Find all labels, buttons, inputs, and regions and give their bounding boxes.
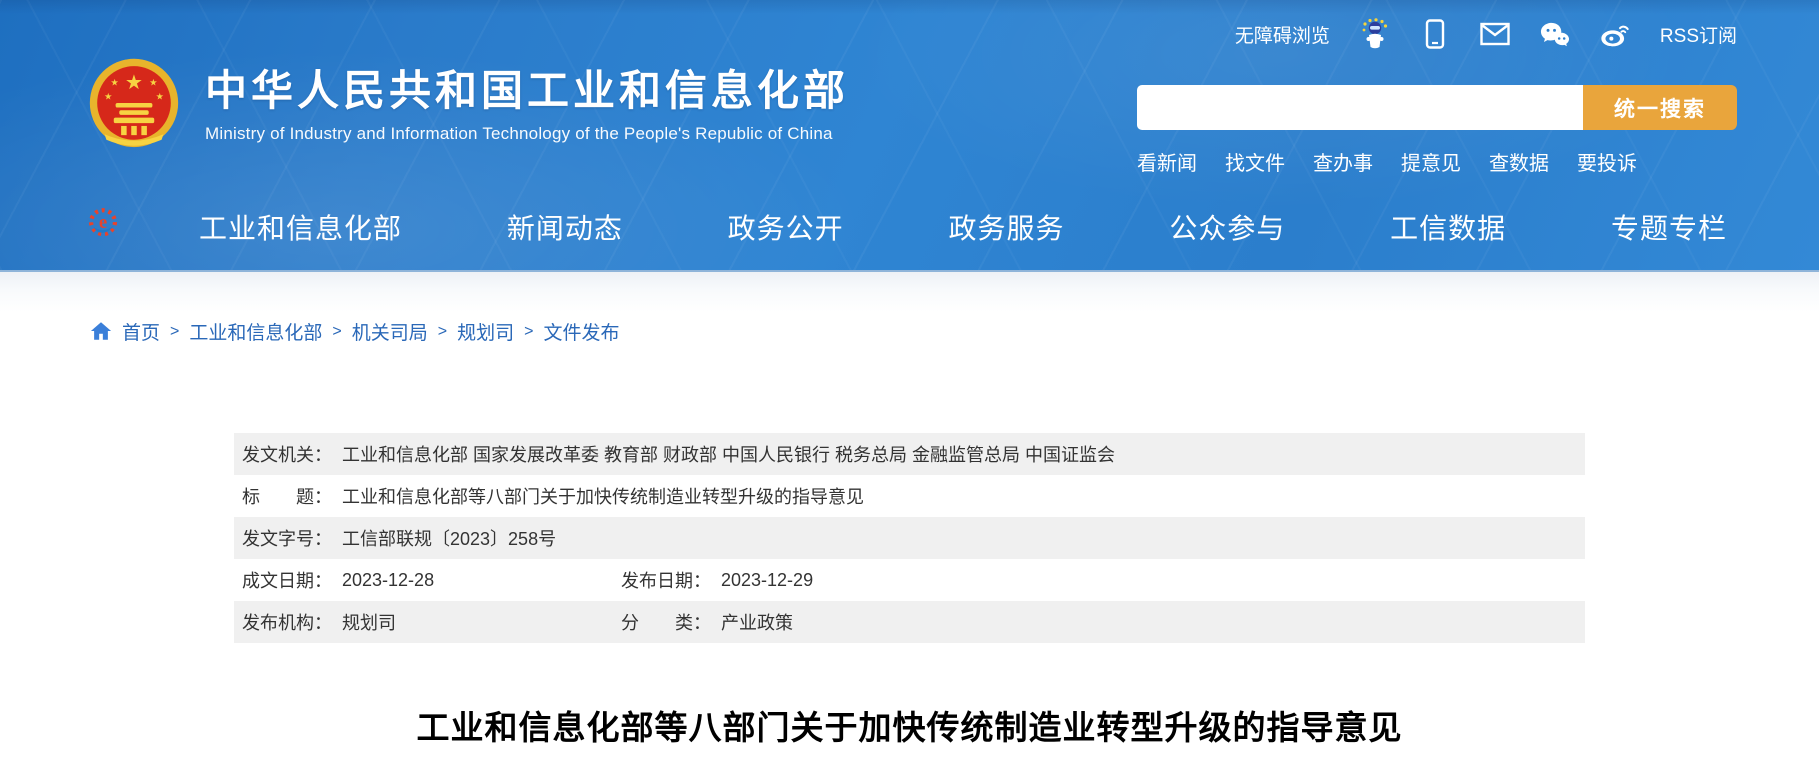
breadcrumb: 首页 > 工业和信息化部 > 机关司局 > 规划司 > 文件发布	[0, 312, 1819, 345]
breadcrumb-departments[interactable]: 机关司局	[352, 318, 428, 345]
nav-item-news[interactable]: 新闻动态	[507, 207, 623, 247]
search-bar: 统一搜索	[1137, 85, 1737, 130]
category-label: 分 类：	[621, 609, 711, 635]
site-subtitle: Ministry of Industry and Information Tec…	[205, 124, 849, 144]
nav-item-gov-services[interactable]: 政务服务	[948, 207, 1064, 247]
issuing-agency-value: 工业和信息化部 国家发展改革委 教育部 财政部 中国人民银行 税务总局 金融监管…	[342, 441, 1115, 467]
national-emblem-icon: ★ ★ ★ ★ ★	[88, 55, 180, 161]
nav-item-miit-data[interactable]: 工信数据	[1390, 207, 1506, 247]
category-value: 产业政策	[721, 609, 793, 635]
home-icon[interactable]	[90, 320, 112, 342]
wechat-icon[interactable]	[1540, 18, 1570, 50]
doc-number-value: 工信部联规〔2023〕258号	[342, 525, 556, 551]
search-input[interactable]	[1137, 85, 1583, 130]
quick-link-files[interactable]: 找文件	[1225, 147, 1285, 176]
svg-text:★: ★	[104, 91, 112, 101]
weibo-icon[interactable]	[1600, 18, 1630, 50]
quick-link-suggestions[interactable]: 提意见	[1401, 147, 1461, 176]
mobile-phone-icon[interactable]	[1420, 18, 1450, 50]
publish-date-label: 发布日期：	[621, 567, 711, 593]
quick-links: 看新闻 找文件 查办事 提意见 查数据 要投诉	[1137, 147, 1637, 176]
breadcrumb-planning-dept[interactable]: 规划司	[457, 318, 514, 345]
quick-link-complaints[interactable]: 要投诉	[1577, 147, 1637, 176]
publish-date-value: 2023-12-29	[721, 570, 813, 591]
svg-text:★: ★	[149, 77, 157, 87]
breadcrumb-separator: >	[332, 323, 341, 341]
site-brand[interactable]: ★ ★ ★ ★ ★ 中华人民共和国工业和信息化部 Ministry of Ind…	[88, 55, 849, 161]
page-content: 首页 > 工业和信息化部 > 机关司局 > 规划司 > 文件发布 发文机关： 工…	[0, 272, 1819, 749]
accessibility-link[interactable]: 无障碍浏览	[1235, 21, 1330, 48]
meta-row-doc-number: 发文字号： 工信部联规〔2023〕258号	[234, 517, 1585, 559]
breadcrumb-separator: >	[438, 323, 447, 341]
issuing-agency-label: 发文机关：	[242, 441, 332, 467]
meta-row-title: 标 题： 工业和信息化部等八部门关于加快传统制造业转型升级的指导意见	[234, 475, 1585, 517]
breadcrumb-miit[interactable]: 工业和信息化部	[189, 318, 322, 345]
main-nav: 工业和信息化部 新闻动态 政务公开 政务服务 公众参与 工信数据 专题专栏	[199, 207, 1727, 247]
document-heading: 工业和信息化部等八部门关于加快传统制造业转型升级的指导意见	[0, 701, 1819, 749]
top-utility-bar: 无障碍浏览	[1235, 18, 1737, 50]
header-shadow-strip	[0, 272, 1819, 312]
nav-item-miit[interactable]: 工业和信息化部	[199, 207, 402, 247]
breadcrumb-document-release[interactable]: 文件发布	[543, 318, 619, 345]
svg-text:★: ★	[125, 72, 143, 94]
publisher-value: 规划司	[342, 609, 396, 635]
nav-item-public-participation[interactable]: 公众参与	[1169, 207, 1285, 247]
meta-row-publisher-category: 发布机构： 规划司 分 类： 产业政策	[234, 601, 1585, 643]
quick-link-services[interactable]: 查办事	[1313, 147, 1373, 176]
written-date-label: 成文日期：	[242, 567, 332, 593]
publisher-label: 发布机构：	[242, 609, 332, 635]
breadcrumb-home[interactable]: 首页	[122, 318, 160, 345]
meta-row-dates: 成文日期： 2023-12-28 发布日期： 2023-12-29	[234, 559, 1585, 601]
search-button[interactable]: 统一搜索	[1583, 85, 1737, 130]
miit-e-logo-icon[interactable]: e	[86, 203, 120, 243]
doc-number-label: 发文字号：	[242, 525, 332, 551]
nav-item-gov-affairs[interactable]: 政务公开	[728, 207, 844, 247]
nav-item-special-topics[interactable]: 专题专栏	[1611, 207, 1727, 247]
breadcrumb-separator: >	[524, 323, 533, 341]
site-brand-text: 中华人民共和国工业和信息化部 Ministry of Industry and …	[205, 55, 849, 144]
rss-link[interactable]: RSS订阅	[1660, 21, 1737, 48]
document-meta-table: 发文机关： 工业和信息化部 国家发展改革委 教育部 财政部 中国人民银行 税务总…	[234, 433, 1585, 643]
svg-text:★: ★	[156, 91, 164, 101]
written-date-value: 2023-12-28	[342, 570, 434, 591]
meta-row-issuing-agency: 发文机关： 工业和信息化部 国家发展改革委 教育部 财政部 中国人民银行 税务总…	[234, 433, 1585, 475]
breadcrumb-separator: >	[170, 323, 179, 341]
svg-text:e: e	[99, 212, 107, 233]
quick-link-news[interactable]: 看新闻	[1137, 147, 1197, 176]
site-title: 中华人民共和国工业和信息化部	[205, 67, 849, 115]
mail-icon[interactable]	[1480, 18, 1510, 50]
doc-title-value: 工业和信息化部等八部门关于加快传统制造业转型升级的指导意见	[342, 483, 864, 509]
svg-text:★: ★	[111, 77, 119, 87]
site-header: 无障碍浏览	[0, 0, 1819, 272]
quick-link-data[interactable]: 查数据	[1489, 147, 1549, 176]
mascot-robot-icon[interactable]	[1360, 18, 1390, 50]
doc-title-label: 标 题：	[242, 483, 332, 509]
